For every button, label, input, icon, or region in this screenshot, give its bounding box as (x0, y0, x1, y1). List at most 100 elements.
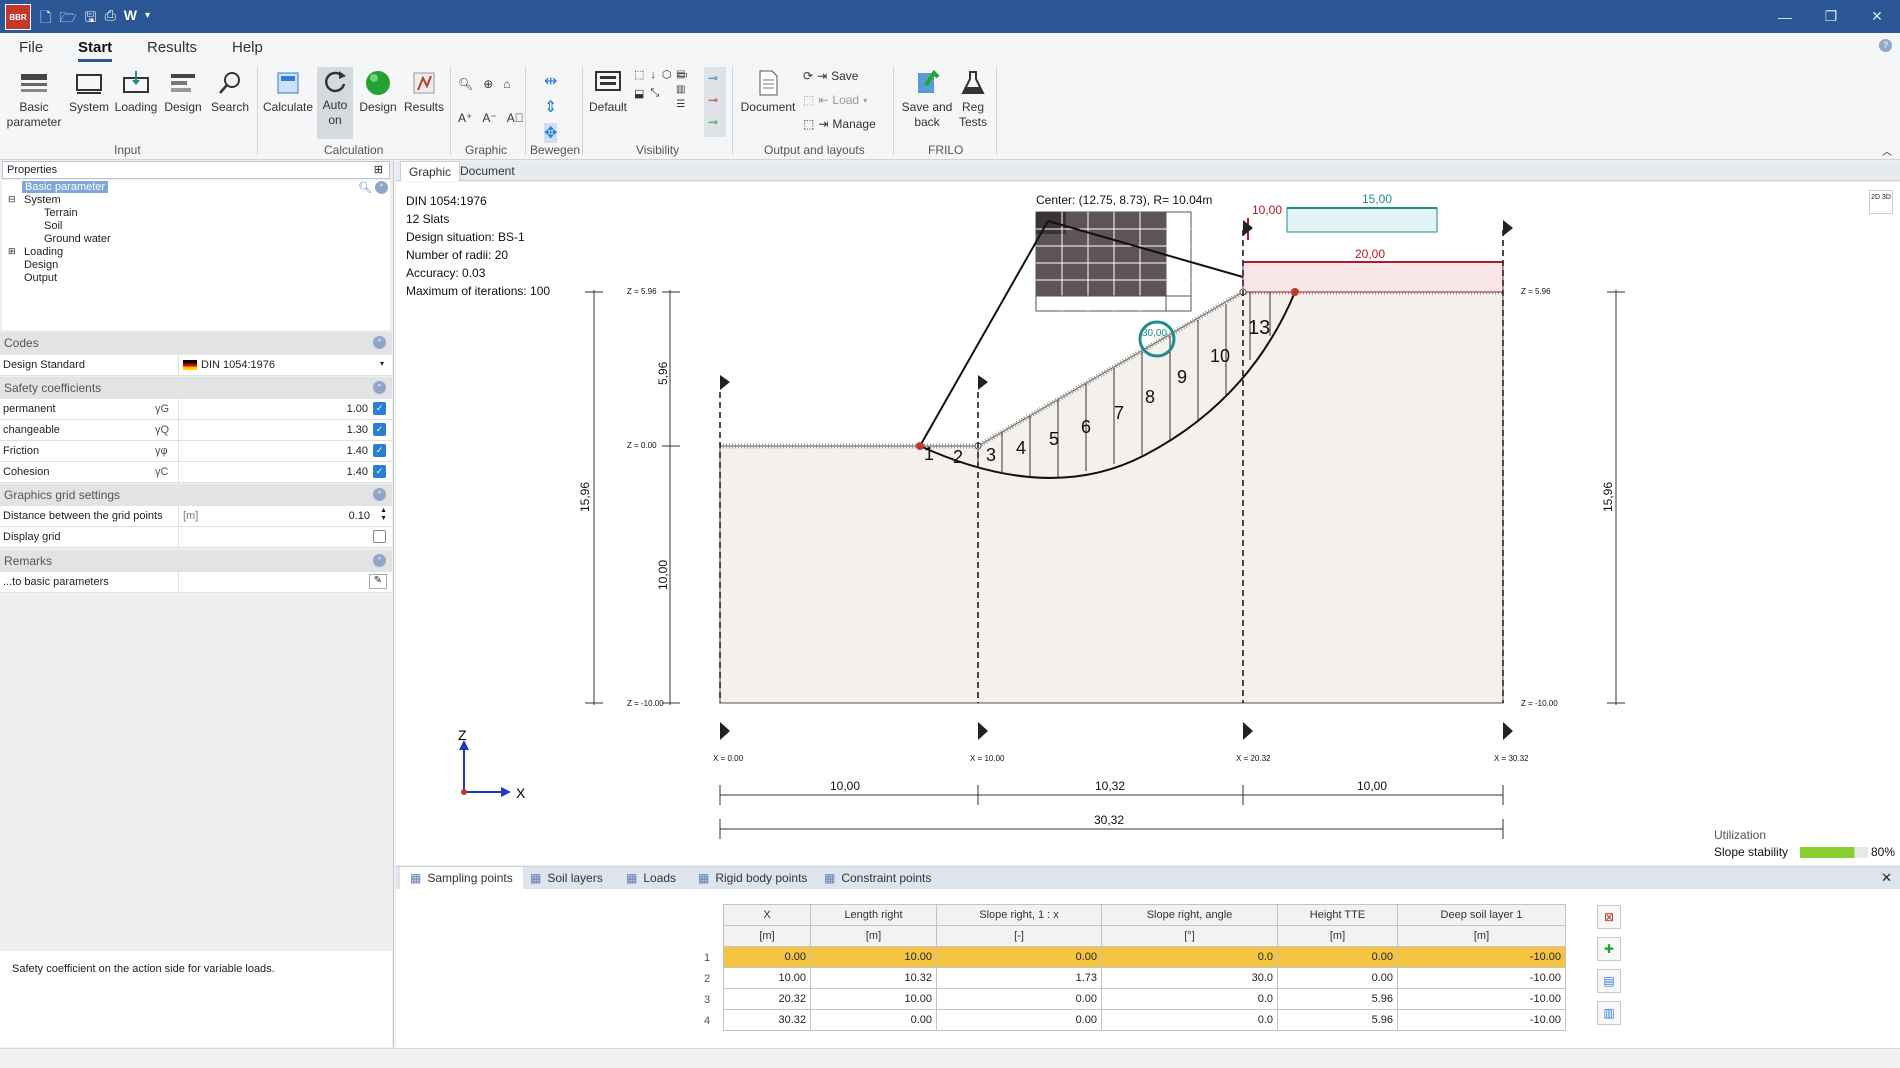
remarks-input[interactable]: ✎ (178, 572, 390, 592)
chevron-down-icon[interactable]: ▾ (380, 359, 384, 368)
save-layout-button[interactable]: ⟳ ⇥ Save (803, 69, 858, 83)
design-standard-select[interactable]: DIN 1054:1976 ▾ (178, 355, 390, 375)
toggle-1-icon[interactable]: ⬚ (634, 68, 644, 81)
tree-item-loading[interactable]: Loading (24, 246, 63, 258)
tree-item-basic-parameter[interactable]: Basic parameter (22, 181, 109, 193)
table-cell[interactable]: 0.00 (936, 1009, 1102, 1031)
basic-parameter-button[interactable]: Basic parameter (6, 69, 62, 130)
print-icon[interactable]: ⎙ (105, 7, 116, 31)
view-2d-3d-toggle[interactable]: 2D 3D (1869, 190, 1893, 214)
spinner-icon[interactable]: ▲ ▼ (380, 507, 387, 523)
tab-document[interactable]: Document (452, 161, 523, 181)
edit-icon[interactable]: ✎ (369, 574, 387, 589)
search-icon[interactable]: 🔍︎ (358, 181, 372, 194)
table-cell[interactable]: 30.0 (1101, 967, 1278, 989)
toggle-6-icon[interactable]: ⤡ (650, 87, 659, 100)
toggle-7-icon[interactable]: ▤ (676, 69, 685, 80)
open-icon[interactable]: 🗁 (59, 7, 76, 31)
layer-toggles[interactable]: ⊸ ⊸ ⊸ (704, 67, 726, 137)
default-view-button[interactable]: Default (588, 69, 628, 115)
restore-button[interactable]: ❐ (1808, 0, 1854, 33)
table-cell[interactable]: 0.0 (1101, 988, 1278, 1010)
checkbox-checked-icon[interactable]: ✓ (373, 402, 386, 415)
tab-sampling-points[interactable]: ▦ Sampling points (400, 867, 523, 889)
section-grid[interactable]: Graphics grid settings ⌃ (0, 484, 392, 506)
customize-dropdown-icon[interactable]: ▾ (145, 7, 150, 31)
menu-start[interactable]: Start (78, 39, 113, 62)
table-cell[interactable]: 0.00 (1277, 967, 1398, 989)
column-header[interactable]: Deep soil layer 1 (1397, 904, 1566, 926)
zoom-in-icon[interactable]: ⊕ (483, 77, 493, 91)
table-cell[interactable]: -10.00 (1397, 967, 1566, 989)
table-cell[interactable]: 10.00 (723, 967, 811, 989)
toggle-8-icon[interactable]: ▥ (676, 84, 685, 95)
toggle-3-icon[interactable]: ⬡ (662, 68, 672, 81)
table-cell[interactable]: 1.73 (936, 967, 1102, 989)
toggle-2-icon[interactable]: ↓ (650, 69, 656, 81)
table-row[interactable]: 30.32 0.00 0.00 0.0 5.96 -10.00 (723, 1009, 1566, 1031)
table-cell[interactable]: 0.0 (1101, 1009, 1278, 1031)
system-button[interactable]: System (66, 69, 112, 115)
column-header[interactable]: Height TTE (1277, 904, 1398, 926)
table-cell[interactable]: -10.00 (1397, 1009, 1566, 1031)
font-decrease-icon[interactable]: A⁻ (482, 111, 496, 125)
table-row[interactable]: 20.32 10.00 0.00 0.0 5.96 -10.00 (723, 988, 1566, 1010)
pin-icon[interactable]: ⊞ (374, 163, 383, 176)
move-horizontal-icon[interactable]: ⇹ (544, 71, 557, 91)
collapse-icon[interactable]: ⌃ (373, 336, 386, 349)
table-cell[interactable]: 10.00 (810, 946, 937, 968)
coef-input-cohesion[interactable]: 1.40 ✓ (178, 462, 390, 482)
toggle-9-icon[interactable]: ☰ (676, 99, 685, 110)
checkbox-checked-icon[interactable]: ✓ (373, 465, 386, 478)
tab-constraint-points[interactable]: ▦ Constraint points (814, 867, 941, 889)
tab-rigid-body-points[interactable]: ▦ Rigid body points (688, 867, 817, 889)
tree-item-output[interactable]: Output (24, 272, 57, 284)
collapse-icon[interactable]: ⌃ (373, 381, 386, 394)
home-icon[interactable]: ⌂ (503, 77, 510, 91)
column-header[interactable]: Length right (810, 904, 937, 926)
font-reset-icon[interactable]: A⃞ (507, 111, 524, 125)
checkbox-checked-icon[interactable]: ✓ (373, 444, 386, 457)
design-calc-button[interactable]: Design (355, 69, 401, 115)
table-row[interactable]: 10.00 10.32 1.73 30.0 0.00 -10.00 (723, 967, 1566, 989)
checkbox-checked-icon[interactable]: ✓ (373, 423, 386, 436)
layer-2-icon[interactable]: ⊸ (708, 93, 718, 107)
close-button[interactable]: ✕ (1854, 0, 1900, 33)
table-cell[interactable]: 0.0 (1101, 946, 1278, 968)
coef-input-permanent[interactable]: 1.00 ✓ (178, 399, 390, 419)
w-icon[interactable]: W (124, 7, 137, 31)
grid-distance-input[interactable]: [m] 0.10 ▲ ▼ (178, 506, 390, 526)
move-vertical-icon[interactable]: ⇕ (544, 97, 557, 117)
section-codes[interactable]: Codes ⌃ (0, 332, 392, 354)
document-button[interactable]: Document (738, 69, 798, 115)
collapse-icon[interactable]: ⌃ (373, 554, 386, 567)
clear-table-button[interactable]: ⊠ (1597, 905, 1621, 929)
tab-loads[interactable]: ▦ Loads (616, 867, 686, 889)
close-panel-icon[interactable]: ✕ (1881, 870, 1892, 886)
new-icon[interactable]: 🗋 (40, 7, 51, 31)
table-cell[interactable]: -10.00 (1397, 988, 1566, 1010)
node-point[interactable] (916, 442, 924, 450)
layer-1-icon[interactable]: ⊸ (708, 71, 718, 85)
collapse-icon[interactable]: ⌃ (373, 488, 386, 501)
save-icon[interactable]: 🖫 (85, 7, 97, 31)
table-cell[interactable]: 0.00 (1277, 946, 1398, 968)
table-cell[interactable]: -10.00 (1397, 946, 1566, 968)
zoom-icon[interactable]: 🔍︎ (458, 77, 473, 91)
table-row[interactable]: 0.00 10.00 0.00 0.0 0.00 -10.00 (723, 946, 1566, 968)
reg-tests-button[interactable]: Reg Tests (957, 69, 989, 130)
table-cell[interactable]: 20.32 (723, 988, 811, 1010)
toggle-5-icon[interactable]: ⬓ (634, 87, 644, 100)
coef-input-friction[interactable]: 1.40 ✓ (178, 441, 390, 461)
table-cell[interactable]: 10.00 (810, 988, 937, 1010)
table-cell[interactable]: 0.00 (723, 946, 811, 968)
calculate-button[interactable]: Calculate (261, 69, 315, 115)
results-button[interactable]: Results (401, 69, 447, 115)
table-cell[interactable]: 0.00 (936, 988, 1102, 1010)
font-increase-icon[interactable]: A⁺ (458, 111, 472, 125)
table-cell[interactable]: 30.32 (723, 1009, 811, 1031)
table-cell[interactable]: 0.00 (936, 946, 1102, 968)
save-and-back-button[interactable]: Save and back (899, 69, 955, 130)
layer-3-icon[interactable]: ⊸ (708, 115, 718, 129)
tree-item-system[interactable]: System (24, 194, 61, 206)
